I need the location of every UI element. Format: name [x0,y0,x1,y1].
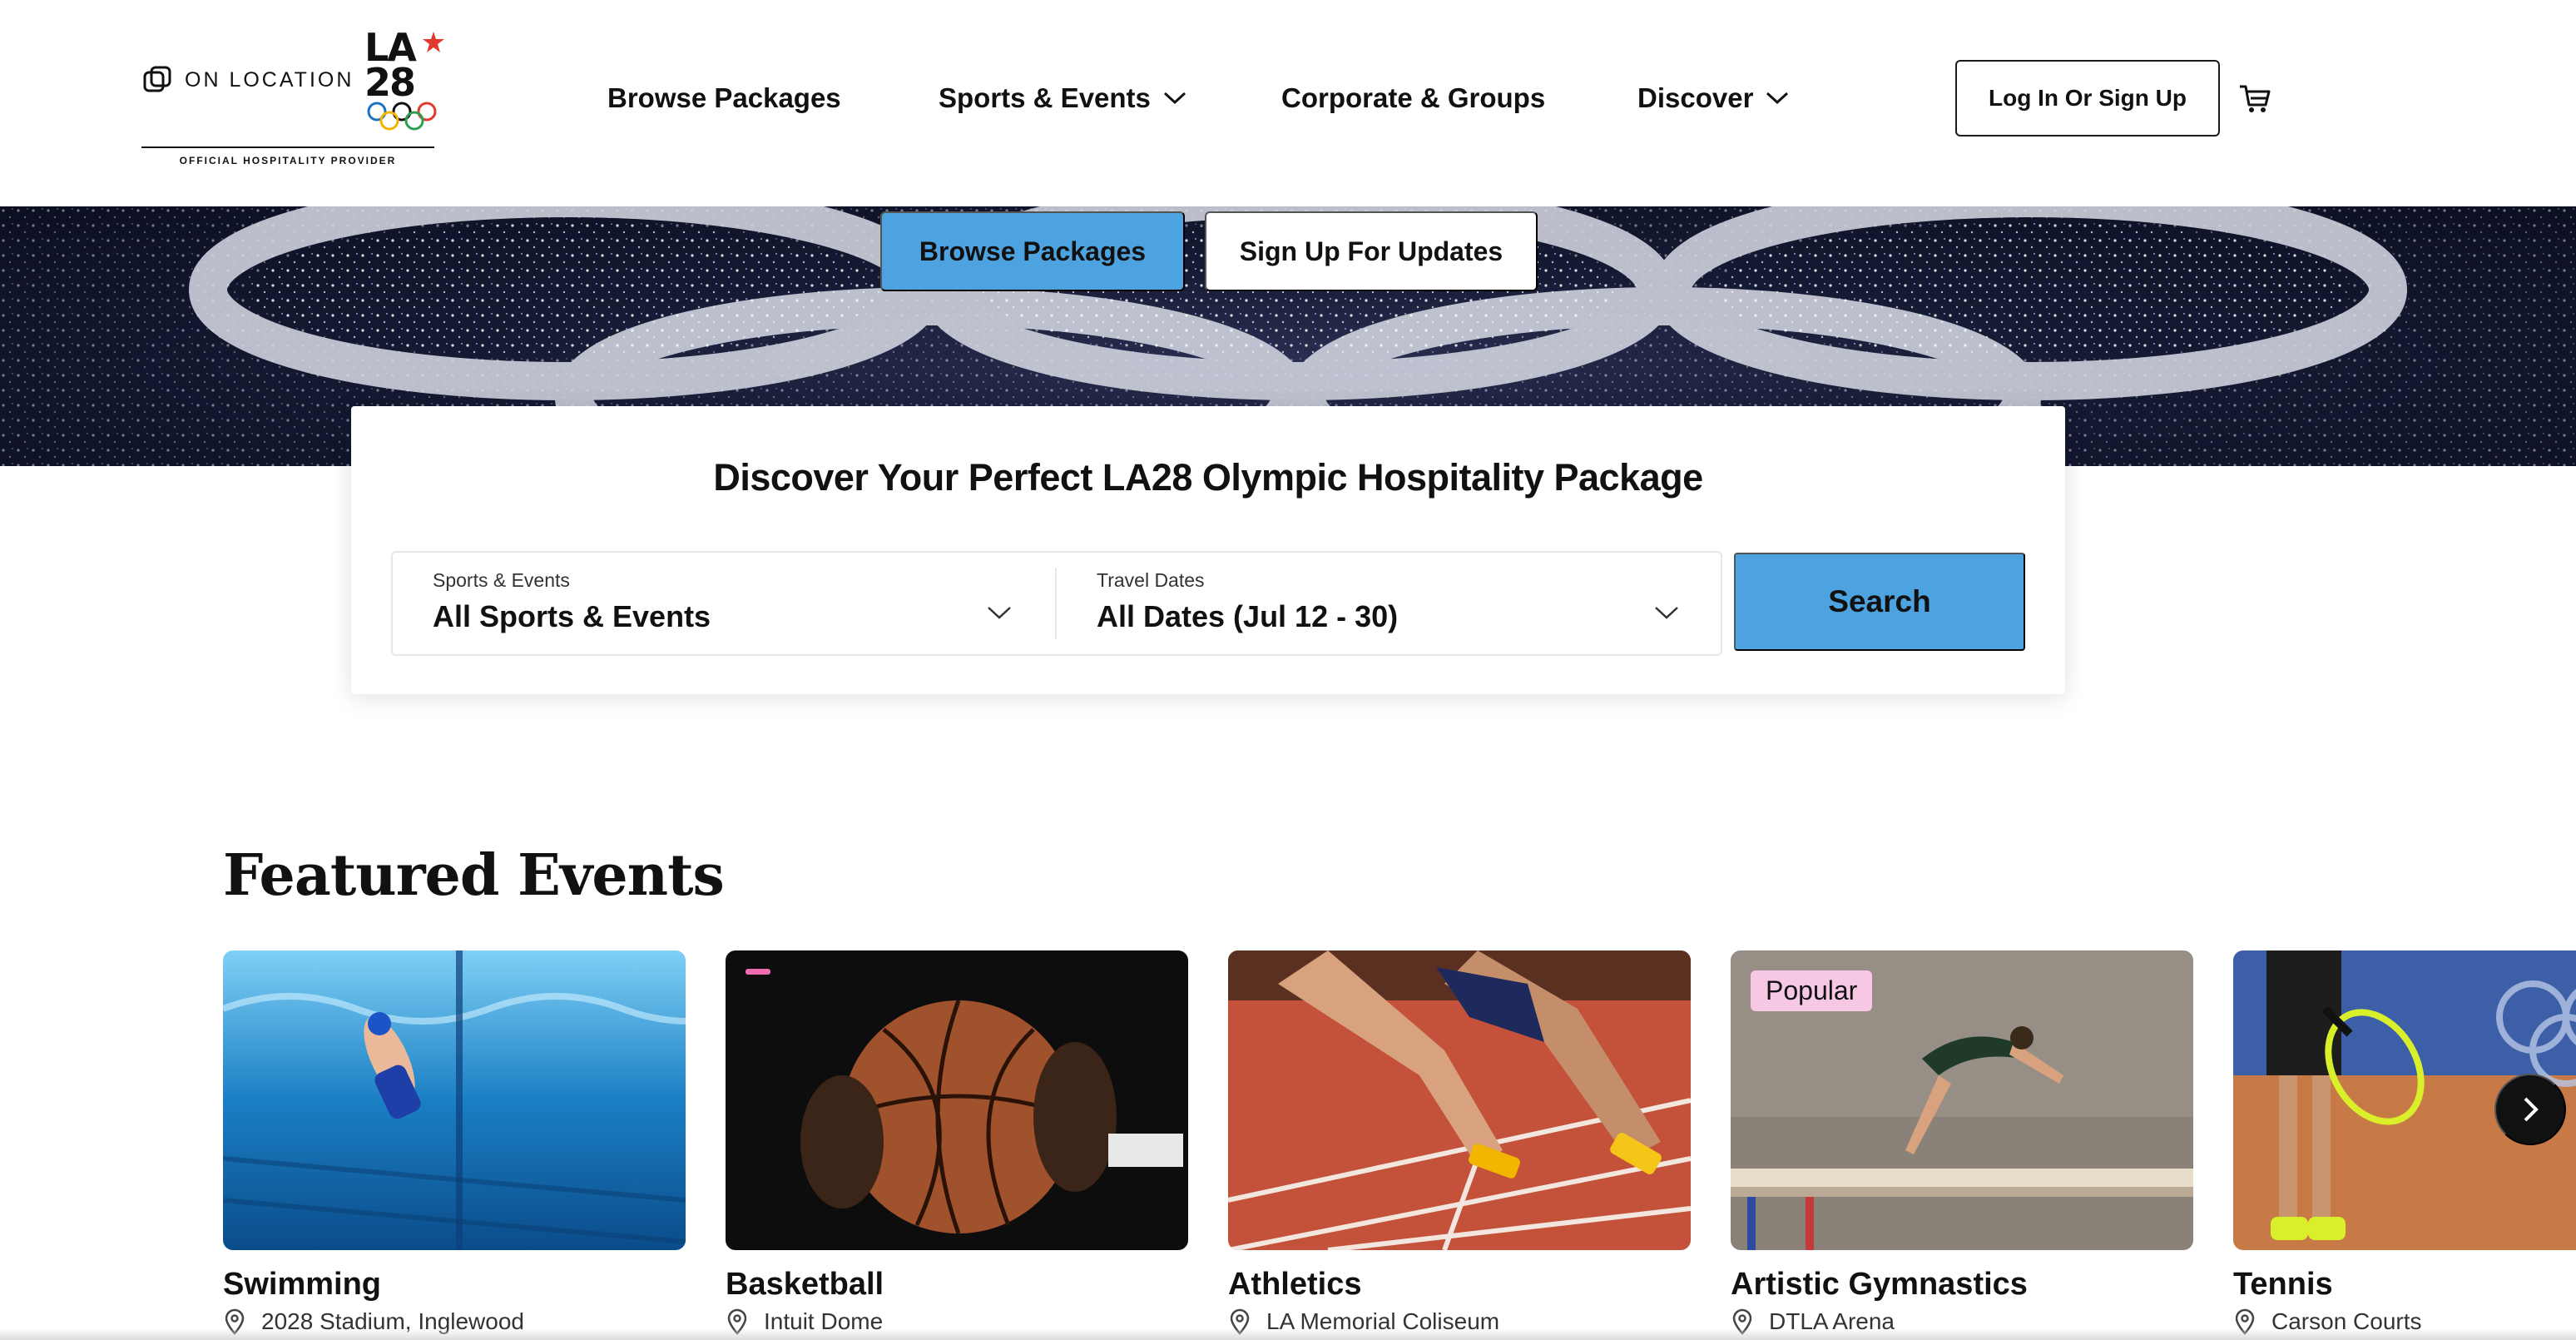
carousel-next-button[interactable] [2494,1074,2566,1145]
event-name: Basketball [726,1267,884,1302]
featured-events-title: Featured Events [223,842,725,909]
event-image-artistic-gymnastics: Popular [1731,950,2193,1250]
page: ON LOCATION LA 28 OFFICIAL HOSPITALITY P… [0,0,2576,1340]
login-button[interactable]: Log In Or Sign Up [1955,60,2220,136]
popular-badge: Popular [1751,970,1873,1011]
event-card-swimming[interactable]: Swimming 2028 Stadium, Inglewood [223,950,686,1335]
event-image-basketball [726,950,1188,1250]
chevron-down-icon [1766,92,1789,105]
search-fields: Sports & Events All Sports & Events Trav… [391,551,1722,656]
nav-corporate-label: Corporate & Groups [1281,82,1546,113]
nav-discover-label: Discover [1637,82,1754,113]
chevron-down-icon [1655,607,1678,619]
event-image-athletics [1228,950,1691,1250]
nav-discover[interactable]: Discover [1637,75,1790,122]
event-card-athletics[interactable]: Athletics LA Memorial Coliseum [1228,950,1691,1335]
site-header: ON LOCATION LA 28 OFFICIAL HOSPITALITY P… [0,0,2576,206]
olympic-rings-icon [367,102,437,131]
hero-signup-updates-button[interactable]: Sign Up For Updates [1205,211,1538,291]
nav-corporate-groups[interactable]: Corporate & Groups [1281,75,1545,122]
sports-events-value: All Sports & Events [433,599,711,633]
la28-logo: LA 28 [364,28,446,135]
logo-tagline: OFFICIAL HOSPITALITY PROVIDER [179,155,397,166]
sports-events-select[interactable]: Sports & Events All Sports & Events [393,553,1055,654]
sports-events-label: Sports & Events [433,569,570,591]
event-name: Swimming [223,1267,382,1302]
hero-browse-packages-button[interactable]: Browse Packages [880,211,1185,291]
nav-browse-label: Browse Packages [607,82,841,113]
logo-divider [141,146,434,148]
package-search-card: Discover Your Perfect LA28 Olympic Hospi… [351,406,2065,694]
chevron-right-icon [2524,1097,2539,1122]
event-card-artistic-gymnastics[interactable]: Popular Artistic Gymnastics DTLA Arena [1731,950,2193,1335]
scroll-edge-shadow [0,1328,2576,1340]
la28-star-icon [423,32,444,52]
cart-icon[interactable] [2238,82,2271,115]
event-name: Athletics [1228,1267,1362,1302]
event-image-swimming [223,950,686,1250]
event-name: Artistic Gymnastics [1731,1267,2028,1302]
nav-sports-label: Sports & Events [939,82,1151,113]
on-location-text: ON LOCATION [185,67,354,92]
nav-sports-events[interactable]: Sports & Events [939,75,1187,122]
chevron-down-icon [988,607,1011,619]
search-card-title: Discover Your Perfect LA28 Olympic Hospi… [713,456,1703,499]
event-name: Tennis [2233,1267,2333,1302]
chevron-down-icon [1163,92,1186,105]
nav-browse-packages[interactable]: Browse Packages [607,75,841,122]
on-location-wordmark: ON LOCATION [141,63,354,97]
search-button[interactable]: Search [1734,553,2025,651]
travel-dates-value: All Dates (Jul 12 - 30) [1097,599,1399,633]
event-card-basketball[interactable]: Basketball Intuit Dome [726,950,1188,1335]
on-location-icon [143,66,171,92]
travel-dates-select[interactable]: Travel Dates All Dates (Jul 12 - 30) [1057,553,1722,654]
travel-dates-label: Travel Dates [1097,569,1205,591]
site-logo[interactable]: ON LOCATION LA 28 OFFICIAL HOSPITALITY P… [141,28,446,171]
